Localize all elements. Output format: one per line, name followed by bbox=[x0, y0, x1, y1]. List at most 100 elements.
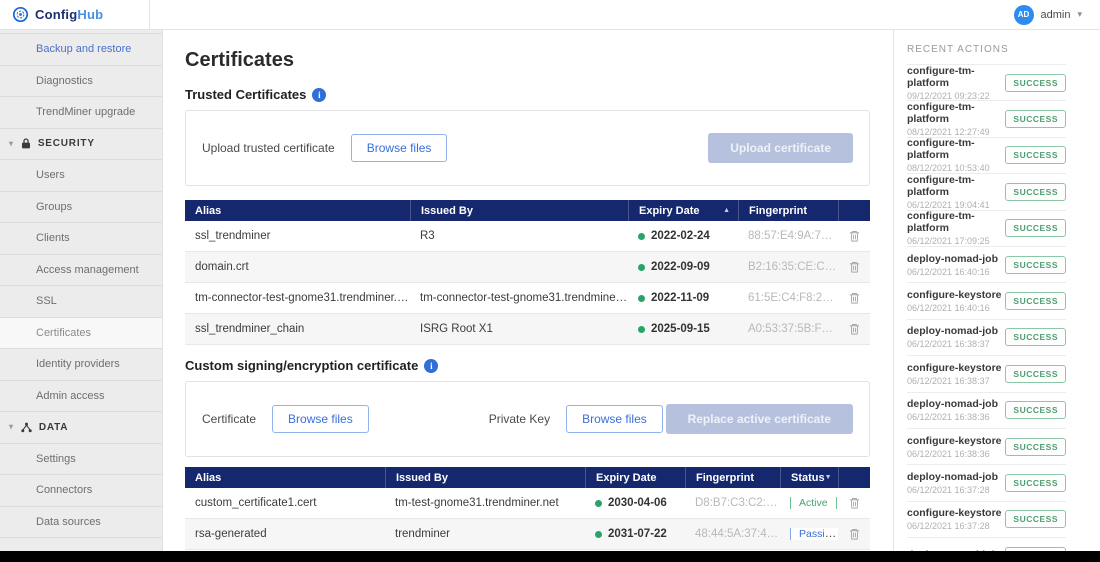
sidebar-item-diagnostics[interactable]: Diagnostics bbox=[0, 66, 162, 98]
list-item[interactable]: configure-tm-platform09/12/2021 09:23:22… bbox=[907, 65, 1066, 101]
sidebar-item-access-management[interactable]: Access management bbox=[0, 255, 162, 287]
brand-name: ConfigHub bbox=[35, 7, 103, 22]
table-row: domain.crt 2022-09-09 B2:16:35:CE:CE:DB:… bbox=[185, 252, 870, 283]
table-row: ssl_trendminer_chain ISRG Root X1 2025-0… bbox=[185, 314, 870, 345]
column-header-issued-by[interactable]: Issued By bbox=[410, 200, 628, 221]
column-header-actions bbox=[838, 200, 870, 221]
confighub-logo-icon bbox=[12, 6, 29, 23]
status-badge: SUCCESS bbox=[1005, 110, 1066, 128]
sidebar-item-backup-and-restore[interactable]: Backup and restore bbox=[0, 34, 162, 66]
sidebar-item-clients[interactable]: Clients bbox=[0, 223, 162, 255]
status-badge: SUCCESS bbox=[1005, 256, 1066, 274]
sidebar-item-data-sources[interactable]: Data sources bbox=[0, 507, 162, 539]
status-badge: SUCCESS bbox=[1005, 401, 1066, 419]
user-menu[interactable]: AD admin ▾ bbox=[1014, 5, 1100, 25]
status-badge: SUCCESS bbox=[1005, 146, 1066, 164]
status-badge: SUCCESS bbox=[1005, 438, 1066, 456]
column-header-expiry-date[interactable]: Expiry Date▲ bbox=[628, 200, 738, 221]
chevron-down-icon: ▾ bbox=[1077, 10, 1082, 19]
status-badge: SUCCESS bbox=[1005, 510, 1066, 528]
sort-asc-icon: ▲ bbox=[723, 207, 730, 214]
status-dot bbox=[638, 295, 645, 302]
browse-files-button[interactable]: Browse files bbox=[351, 134, 448, 162]
table-row: rsa-generated trendminer 2031-07-22 48:4… bbox=[185, 519, 870, 550]
status-badge: SUCCESS bbox=[1005, 328, 1066, 346]
list-item[interactable]: configure-keystore06/12/2021 16:37:28 SU… bbox=[907, 502, 1066, 538]
info-icon[interactable]: i bbox=[424, 359, 438, 373]
sidebar-item-settings[interactable]: Settings bbox=[0, 444, 162, 476]
status-badge: Passive bbox=[790, 528, 838, 540]
sidebar-item-identity-providers[interactable]: Identity providers bbox=[0, 349, 162, 381]
status-dot bbox=[638, 233, 645, 240]
trash-icon[interactable] bbox=[849, 323, 860, 335]
list-item[interactable]: configure-keystore06/12/2021 16:40:16 SU… bbox=[907, 283, 1066, 319]
list-item[interactable]: configure-tm-platform08/12/2021 10:53:40… bbox=[907, 138, 1066, 174]
bottom-black-bar bbox=[0, 551, 1100, 562]
sidebar-item-certificates[interactable]: Certificates bbox=[0, 318, 162, 350]
column-header-alias[interactable]: Alias bbox=[185, 467, 385, 488]
list-item[interactable]: configure-keystore06/12/2021 16:38:36 SU… bbox=[907, 429, 1066, 465]
main-content: Certificates Trusted Certificates i Uplo… bbox=[163, 30, 893, 562]
private-key-label: Private Key bbox=[489, 412, 550, 426]
status-badge: SUCCESS bbox=[1005, 474, 1066, 492]
sidebar-section-data[interactable]: ▾ DATA bbox=[0, 412, 162, 444]
certificate-label: Certificate bbox=[202, 412, 256, 426]
column-header-alias[interactable]: Alias bbox=[185, 200, 410, 221]
list-item[interactable]: configure-tm-platform06/12/2021 17:09:25… bbox=[907, 211, 1066, 247]
status-badge: SUCCESS bbox=[1005, 219, 1066, 237]
list-item[interactable]: configure-keystore06/12/2021 16:38:37 SU… bbox=[907, 356, 1066, 392]
sort-desc-icon: ▼ bbox=[825, 474, 832, 481]
column-header-issued-by[interactable]: Issued By bbox=[385, 467, 585, 488]
upload-certificate-button[interactable]: Upload certificate bbox=[708, 133, 853, 163]
column-header-expiry-date[interactable]: Expiry Date bbox=[585, 467, 685, 488]
list-item[interactable]: configure-tm-platform08/12/2021 12:27:49… bbox=[907, 101, 1066, 137]
status-dot bbox=[638, 264, 645, 271]
custom-certificate-panel: Certificate Browse files Private Key Bro… bbox=[185, 381, 870, 457]
table-row: ssl_trendminer R3 2022-02-24 88:57:E4:9A… bbox=[185, 221, 870, 252]
status-badge: SUCCESS bbox=[1005, 292, 1066, 310]
sidebar-item-ssl[interactable]: SSL bbox=[0, 286, 162, 318]
page-title: Certificates bbox=[185, 49, 870, 72]
private-key-browse-files-button[interactable]: Browse files bbox=[566, 405, 663, 433]
trash-icon[interactable] bbox=[849, 230, 860, 242]
status-badge: SUCCESS bbox=[1005, 365, 1066, 383]
recent-actions-heading: RECENT ACTIONS bbox=[907, 44, 1066, 65]
trash-icon[interactable] bbox=[849, 497, 860, 509]
sidebar-item-groups[interactable]: Groups bbox=[0, 192, 162, 224]
sidebar: Backup and restore Diagnostics TrendMine… bbox=[0, 30, 163, 562]
list-item[interactable]: deploy-nomad-job06/12/2021 16:38:37 SUCC… bbox=[907, 320, 1066, 356]
trusted-certificates-heading: Trusted Certificates bbox=[185, 87, 306, 102]
trusted-certificates-table: Alias Issued By Expiry Date▲ Fingerprint… bbox=[185, 200, 870, 345]
sidebar-section-security[interactable]: ▾ SECURITY bbox=[0, 129, 162, 161]
table-row: custom_certificate1.cert tm-test-gnome31… bbox=[185, 488, 870, 519]
sidebar-item-trendminer-upgrade[interactable]: TrendMiner upgrade bbox=[0, 97, 162, 129]
status-dot bbox=[595, 500, 602, 507]
sidebar-item-admin-access[interactable]: Admin access bbox=[0, 381, 162, 413]
column-header-fingerprint[interactable]: Fingerprint bbox=[738, 200, 838, 221]
trash-icon[interactable] bbox=[849, 261, 860, 273]
list-item[interactable]: deploy-nomad-job06/12/2021 16:40:16 SUCC… bbox=[907, 247, 1066, 283]
trash-icon[interactable] bbox=[849, 292, 860, 304]
username: admin bbox=[1041, 9, 1071, 21]
upload-trusted-certificate-label: Upload trusted certificate bbox=[202, 141, 335, 155]
list-item[interactable]: deploy-nomad-job06/12/2021 16:37:28 SUCC… bbox=[907, 465, 1066, 501]
replace-active-certificate-button[interactable]: Replace active certificate bbox=[666, 404, 853, 434]
status-badge: Active bbox=[790, 497, 837, 509]
info-icon[interactable]: i bbox=[312, 88, 326, 102]
certificate-browse-files-button[interactable]: Browse files bbox=[272, 405, 369, 433]
upload-trusted-certificate-panel: Upload trusted certificate Browse files … bbox=[185, 110, 870, 186]
sidebar-item-users[interactable]: Users bbox=[0, 160, 162, 192]
column-header-fingerprint[interactable]: Fingerprint bbox=[685, 467, 780, 488]
chevron-down-icon: ▾ bbox=[9, 140, 14, 148]
list-item[interactable]: configure-tm-platform06/12/2021 19:04:41… bbox=[907, 174, 1066, 210]
brand-logo[interactable]: ConfigHub bbox=[0, 0, 150, 29]
status-badge: SUCCESS bbox=[1005, 74, 1066, 92]
trash-icon[interactable] bbox=[849, 528, 860, 540]
list-item[interactable]: deploy-nomad-job06/12/2021 16:38:36 SUCC… bbox=[907, 393, 1066, 429]
avatar: AD bbox=[1014, 5, 1034, 25]
status-badge: SUCCESS bbox=[1005, 183, 1066, 201]
column-header-status[interactable]: Status▼ bbox=[780, 467, 838, 488]
recent-actions-panel: RECENT ACTIONS configure-tm-platform09/1… bbox=[893, 30, 1100, 562]
custom-certificates-table: Alias Issued By Expiry Date Fingerprint … bbox=[185, 467, 870, 562]
sidebar-item-connectors[interactable]: Connectors bbox=[0, 475, 162, 507]
